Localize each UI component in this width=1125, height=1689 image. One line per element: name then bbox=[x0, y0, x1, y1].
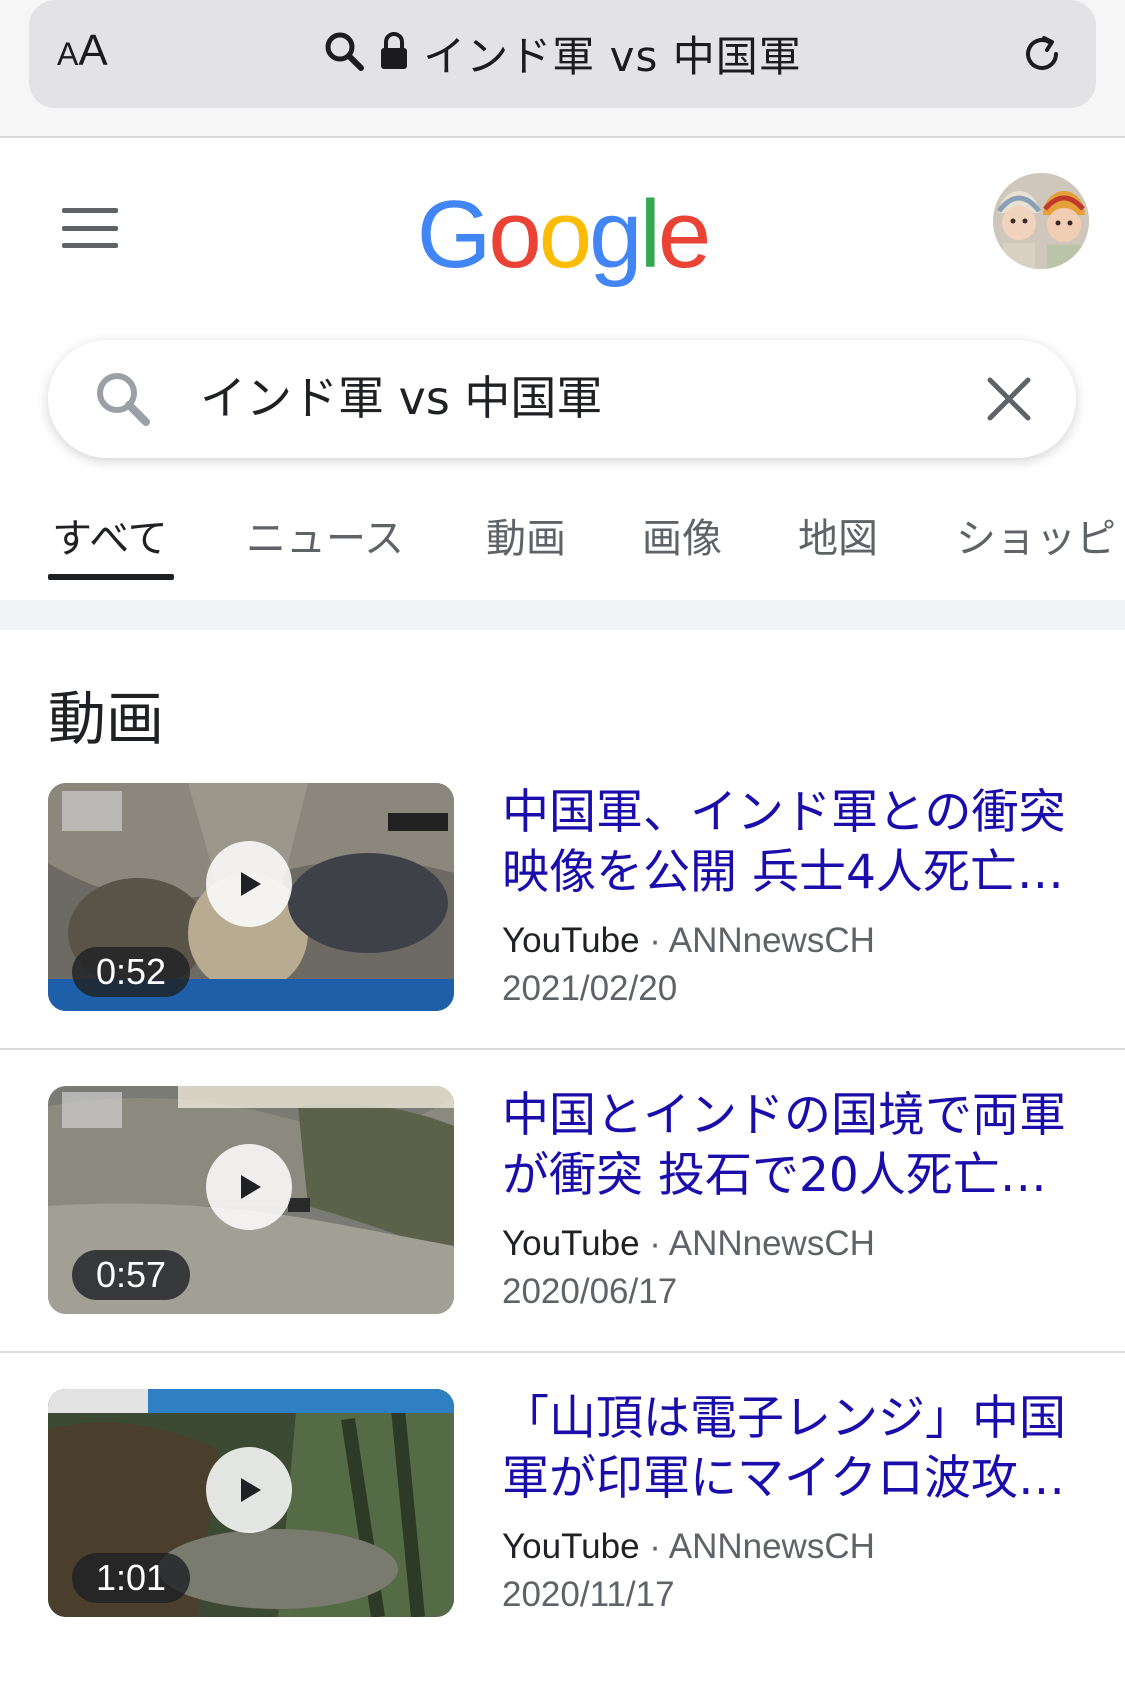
address-bar[interactable]: A A インド軍 vs 中国軍 bbox=[29, 0, 1096, 108]
video-thumbnail[interactable]: 0:52 bbox=[48, 783, 454, 1011]
section-divider bbox=[0, 600, 1125, 630]
video-source: YouTube · ANNnewsCH bbox=[502, 1224, 875, 1264]
google-logo[interactable]: Google bbox=[0, 180, 1125, 290]
video-platform: YouTube bbox=[502, 1527, 640, 1566]
url-text: インド軍 vs 中国軍 bbox=[423, 31, 802, 81]
search-icon bbox=[323, 30, 365, 76]
search-icon[interactable] bbox=[92, 368, 156, 432]
video-title[interactable]: 中国とインドの国境で両軍が衝突 投石で20人死亡… bbox=[502, 1086, 1082, 1206]
video-thumbnail[interactable]: 1:01 bbox=[48, 1389, 454, 1617]
video-duration: 0:52 bbox=[72, 947, 191, 997]
clear-icon[interactable] bbox=[980, 370, 1038, 428]
video-result[interactable]: 1:01 「山頂は電子レンジ」中国軍が印軍にマイクロ波攻… YouTube · … bbox=[0, 1389, 1125, 1689]
search-box[interactable]: インド軍 vs 中国軍 bbox=[48, 340, 1076, 458]
video-date: 2021/02/20 bbox=[502, 969, 678, 1008]
logo-letter: o bbox=[538, 181, 592, 288]
video-platform: YouTube bbox=[502, 1224, 640, 1263]
section-title: 動画 bbox=[48, 685, 165, 753]
video-channel: ANNnewsCH bbox=[668, 921, 875, 960]
result-divider bbox=[0, 1351, 1125, 1353]
video-result[interactable]: 0:57 中国とインドの国境で両軍が衝突 投石で20人死亡… YouTube ·… bbox=[0, 1086, 1125, 1386]
active-tab-indicator bbox=[48, 574, 174, 580]
account-avatar[interactable] bbox=[993, 173, 1089, 269]
source-separator: · bbox=[649, 1224, 661, 1263]
logo-letter: l bbox=[639, 181, 661, 288]
lock-icon bbox=[379, 31, 409, 75]
video-date: 2020/06/17 bbox=[502, 1272, 678, 1311]
tab-news[interactable]: ニュース bbox=[246, 506, 404, 564]
video-channel: ANNnewsCH bbox=[668, 1224, 875, 1263]
video-source: YouTube · ANNnewsCH bbox=[502, 921, 875, 961]
video-date: 2020/11/17 bbox=[502, 1575, 675, 1614]
url-display[interactable]: インド軍 vs 中国軍 bbox=[29, 20, 1096, 86]
video-channel: ANNnewsCH bbox=[668, 1527, 875, 1566]
video-duration: 0:57 bbox=[72, 1250, 191, 1300]
video-result[interactable]: 0:52 中国軍、インド軍との衝突映像を公開 兵士4人死亡… YouTube ·… bbox=[0, 783, 1125, 1083]
search-input[interactable]: インド軍 vs 中国軍 bbox=[200, 368, 602, 428]
video-thumbnail[interactable]: 0:57 bbox=[48, 1086, 454, 1314]
logo-letter: G bbox=[416, 181, 492, 288]
result-divider bbox=[0, 1048, 1125, 1050]
search-tabs: すべて ニュース 動画 画像 地図 ショッピ bbox=[0, 500, 1125, 582]
video-platform: YouTube bbox=[502, 921, 640, 960]
play-icon[interactable] bbox=[206, 1447, 292, 1533]
logo-letter: e bbox=[657, 181, 711, 288]
tab-maps[interactable]: 地図 bbox=[798, 506, 878, 564]
tab-shopping[interactable]: ショッピ bbox=[956, 506, 1116, 564]
source-separator: · bbox=[649, 921, 661, 960]
video-source: YouTube · ANNnewsCH bbox=[502, 1527, 875, 1567]
play-icon[interactable] bbox=[206, 1144, 292, 1230]
logo-letter: g bbox=[589, 181, 642, 288]
video-title[interactable]: 「山頂は電子レンジ」中国軍が印軍にマイクロ波攻… bbox=[502, 1389, 1082, 1509]
reload-icon[interactable] bbox=[1014, 26, 1070, 82]
tab-all[interactable]: すべて bbox=[52, 506, 168, 564]
source-separator: · bbox=[649, 1527, 661, 1566]
video-duration: 1:01 bbox=[72, 1553, 191, 1603]
video-title[interactable]: 中国軍、インド軍との衝突映像を公開 兵士4人死亡… bbox=[502, 783, 1082, 903]
logo-letter: o bbox=[488, 181, 541, 288]
tab-videos[interactable]: 動画 bbox=[486, 506, 566, 564]
browser-toolbar: A A インド軍 vs 中国軍 bbox=[0, 0, 1125, 138]
play-icon[interactable] bbox=[206, 841, 292, 927]
tab-images[interactable]: 画像 bbox=[642, 506, 722, 564]
